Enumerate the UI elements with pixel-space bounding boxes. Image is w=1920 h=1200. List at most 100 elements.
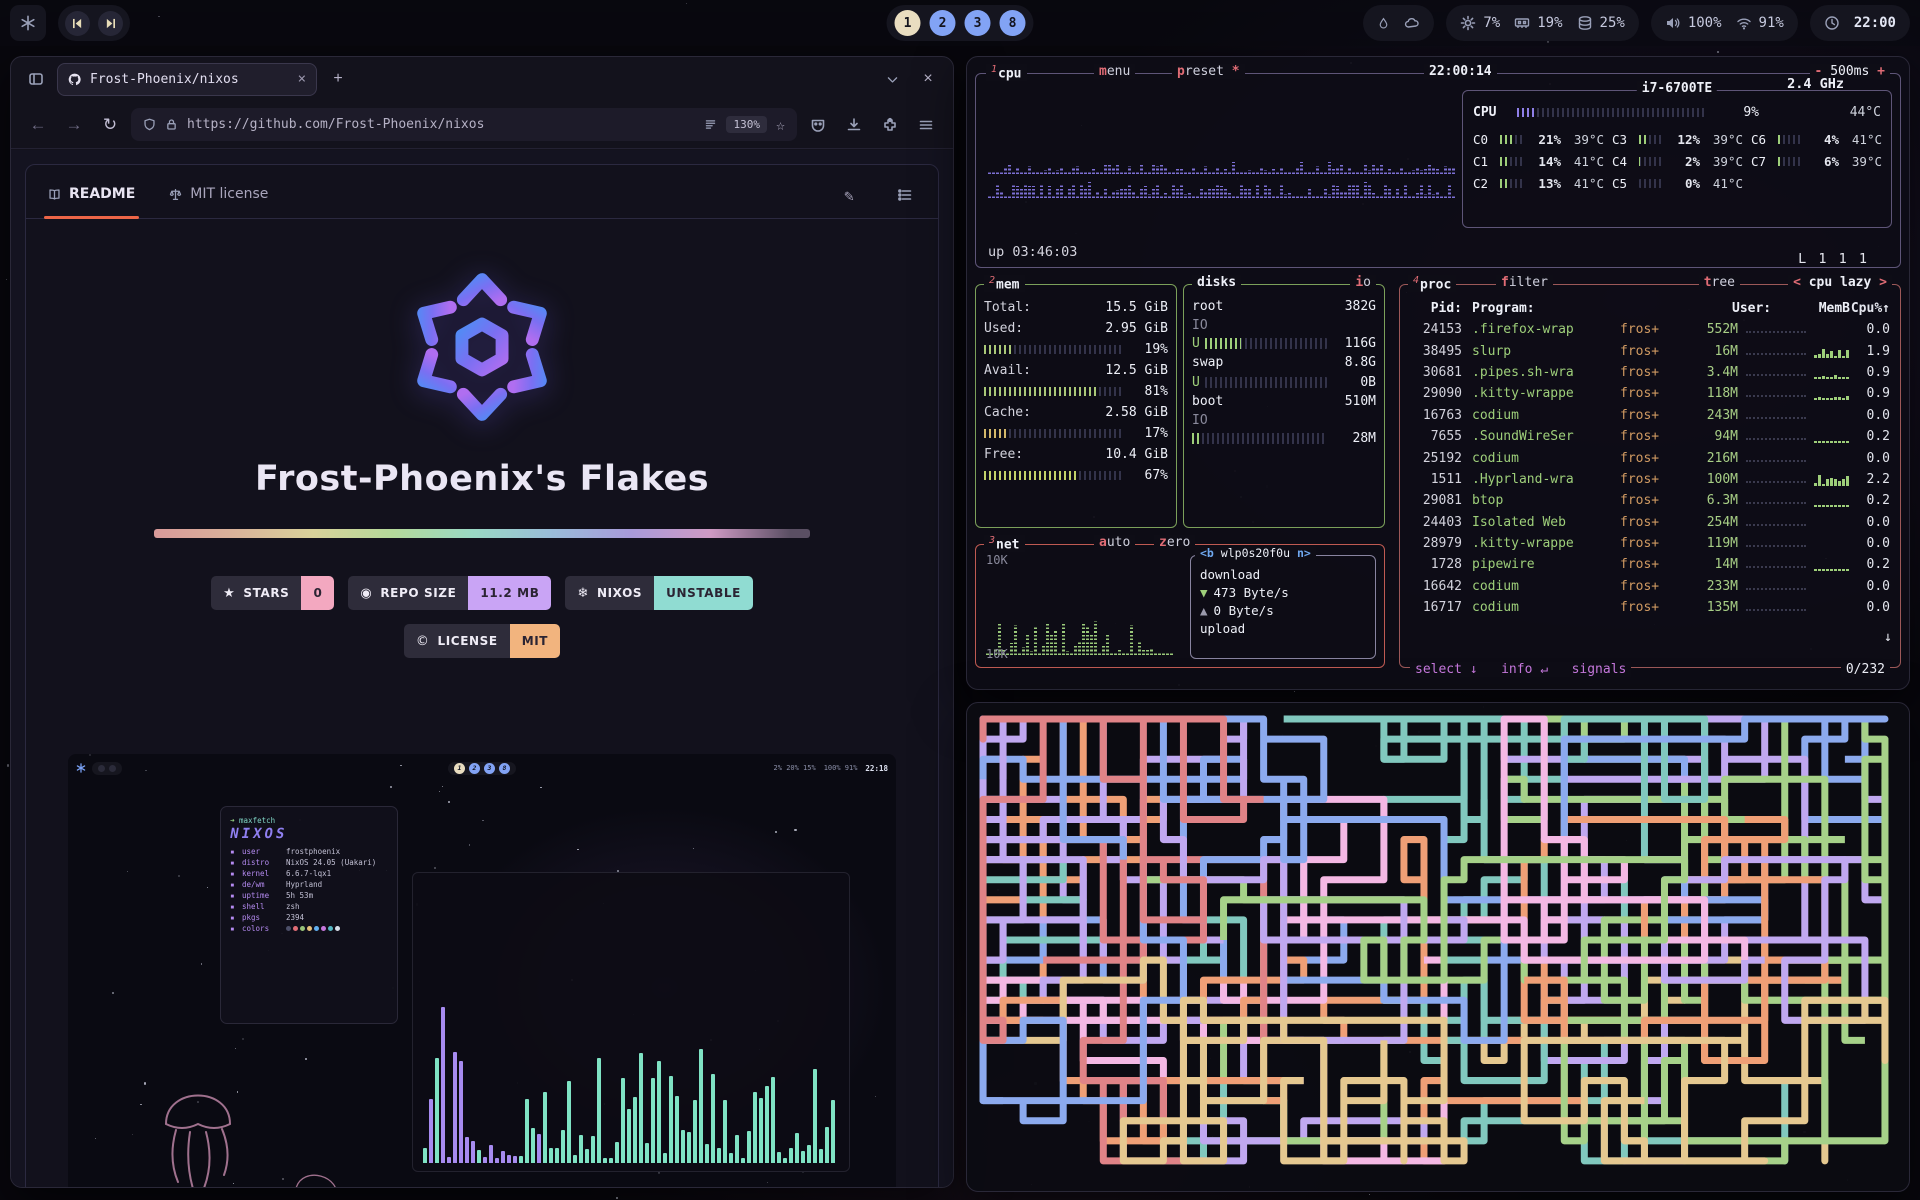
- proc-sort-selector[interactable]: < cpu lazy >: [1788, 275, 1892, 290]
- process-name: codium: [1462, 408, 1620, 423]
- fetch-row-icon: ▪: [230, 846, 238, 857]
- badge-label-text: LICENSE: [438, 634, 498, 648]
- workspace-8[interactable]: 8: [1000, 10, 1026, 36]
- puzzle-icon: [882, 117, 898, 133]
- process-row[interactable]: 1511.Hyprland-wrafros+100M2.2: [1410, 469, 1890, 490]
- disks-io-toggle[interactable]: io: [1350, 275, 1376, 290]
- disk-usage-row: 28M: [1192, 429, 1376, 449]
- process-pid: 28979: [1410, 536, 1462, 551]
- readme-body: Frost-Phoenix's Flakes ★STARS0◉REPO SIZE…: [26, 219, 938, 1187]
- media-prev-button[interactable]: [65, 11, 90, 36]
- process-row[interactable]: 16763codiumfros+243M0.0: [1410, 405, 1890, 426]
- new-tab-button[interactable]: +: [323, 64, 353, 94]
- proc-rows[interactable]: 24153.firefox-wrapfros+552M0.038495slurp…: [1410, 319, 1890, 618]
- tab-license[interactable]: MIT license: [165, 186, 272, 218]
- back-button[interactable]: ←: [23, 110, 53, 140]
- dotted-leader: [1746, 519, 1806, 526]
- url-bar[interactable]: https://github.com/Frost-Phoenix/nixos 1…: [131, 108, 797, 141]
- process-row[interactable]: 16642codiumfros+233M0.0: [1410, 576, 1890, 597]
- tab-list-chevron-button[interactable]: [877, 64, 907, 94]
- nixos-menu-button[interactable]: [10, 5, 46, 41]
- process-row[interactable]: 24153.firefox-wrapfros+552M0.0: [1410, 319, 1890, 340]
- badge-icon: ©: [416, 634, 430, 649]
- core-row-c6: C64%41°C: [1751, 128, 1882, 150]
- mini-workspace-2: 2: [469, 763, 480, 774]
- process-row[interactable]: 16717codiumfros+135M0.0: [1410, 597, 1890, 618]
- downloads-button[interactable]: [839, 110, 869, 140]
- proc-box-label[interactable]: 4proc: [1408, 275, 1456, 292]
- badge-stars[interactable]: ★STARS0: [211, 576, 334, 610]
- dotted-leader: [1746, 326, 1806, 333]
- mem-percent: 67%: [1145, 465, 1168, 486]
- workspace-2[interactable]: 2: [930, 10, 956, 36]
- clock-widget[interactable]: 22:00: [1810, 5, 1910, 41]
- extension-shield-button[interactable]: [803, 110, 833, 140]
- dotted-leader: [1746, 476, 1806, 483]
- weather-widget[interactable]: [1363, 5, 1434, 41]
- net-zero-toggle[interactable]: zero: [1154, 535, 1195, 550]
- mini-stats: 2% 20% 15%: [774, 764, 816, 772]
- menu-button[interactable]: [911, 110, 941, 140]
- tab-bar: Frost-Phoenix/nixos × + ×: [11, 57, 953, 101]
- net-auto-toggle[interactable]: auto: [1094, 535, 1135, 550]
- zoom-level-badge[interactable]: 130%: [726, 116, 767, 133]
- process-row[interactable]: 29090.kitty-wrappefros+118M0.9: [1410, 383, 1890, 404]
- window-close-button[interactable]: ×: [913, 64, 943, 94]
- tab-readme[interactable]: README: [44, 186, 139, 218]
- system-stats-widget[interactable]: 7% 19% 25%: [1446, 5, 1638, 41]
- cpu-total-percent: 9%: [1715, 105, 1759, 120]
- process-row[interactable]: 7655.SoundWireSerfros+94M0.2: [1410, 426, 1890, 447]
- firefox-view-button[interactable]: [21, 64, 51, 94]
- dotted-leader: [1746, 348, 1806, 355]
- disk-io-label: IO: [1192, 412, 1376, 429]
- badge-nixos[interactable]: ❄NIXOSUNSTABLE: [565, 576, 752, 610]
- process-row[interactable]: 29081btopfros+6.3M0.2: [1410, 490, 1890, 511]
- process-mem: 552M: [1682, 322, 1738, 337]
- extensions-button[interactable]: [875, 110, 905, 140]
- mem-box-label[interactable]: 2mem: [984, 275, 1025, 292]
- menu-button[interactable]: menu: [1094, 64, 1135, 79]
- scroll-down-indicator[interactable]: ↓: [1884, 629, 1892, 645]
- preset-button[interactable]: preset *: [1172, 64, 1245, 79]
- outline-button[interactable]: [890, 180, 920, 210]
- upload-rate: ▲0 Byte/s: [1200, 602, 1366, 620]
- tab-close-button[interactable]: ×: [298, 71, 306, 87]
- disks-box-label[interactable]: disks: [1192, 275, 1241, 290]
- cpu-box-label[interactable]: 1cpu: [986, 64, 1027, 81]
- badge-repo-size[interactable]: ◉REPO SIZE11.2 MB: [348, 576, 551, 610]
- media-next-button[interactable]: [98, 11, 123, 36]
- process-row[interactable]: 30681.pipes.sh-wrafros+3.4M0.9: [1410, 362, 1890, 383]
- process-cpu-graph: [1814, 537, 1850, 550]
- edit-readme-button[interactable]: ✎: [834, 180, 864, 210]
- proc-footer-keys[interactable]: select ↓ info ↵ signals: [1410, 662, 1631, 677]
- proc-tree-button[interactable]: tree: [1699, 275, 1740, 290]
- net-interface[interactable]: <b wlp0s20f0u n>: [1195, 546, 1316, 560]
- workspace-1[interactable]: 1: [895, 10, 921, 36]
- badge-license[interactable]: ©LICENSEMIT: [404, 624, 560, 658]
- process-user: fros+: [1620, 408, 1682, 423]
- mini-clock: 22:18: [865, 764, 888, 773]
- process-row[interactable]: 28979.kitty-wrappefros+119M0.0: [1410, 533, 1890, 554]
- disk-usage-row: U116G: [1192, 334, 1376, 354]
- process-row[interactable]: 1728pipewirefros+14M0.2: [1410, 554, 1890, 575]
- workspace-3[interactable]: 3: [965, 10, 991, 36]
- process-name: codium: [1462, 451, 1620, 466]
- browser-tab[interactable]: Frost-Phoenix/nixos ×: [57, 63, 317, 96]
- process-pid: 16642: [1410, 579, 1462, 594]
- audio-network-widget[interactable]: 100% 91%: [1651, 5, 1798, 41]
- process-pid: 24153: [1410, 322, 1462, 337]
- process-row[interactable]: 25192codiumfros+216M0.0: [1410, 447, 1890, 468]
- process-cpu: 0.2: [1850, 493, 1890, 508]
- process-pid: 16717: [1410, 600, 1462, 615]
- fetch-row-label: de/wm: [242, 879, 282, 890]
- proc-filter-button[interactable]: filter: [1496, 275, 1553, 290]
- process-row[interactable]: 24403Isolated Webfros+254M0.0: [1410, 512, 1890, 533]
- core-row-c2: C213%41°C: [1473, 172, 1604, 194]
- core-percent: 0%: [1668, 176, 1700, 191]
- net-box-label[interactable]: 3net: [984, 535, 1025, 552]
- reload-button[interactable]: ↻: [95, 110, 125, 140]
- process-row[interactable]: 38495slurpfros+16M1.9: [1410, 340, 1890, 361]
- forward-button[interactable]: →: [59, 110, 89, 140]
- bookmark-star-icon[interactable]: ☆: [776, 116, 785, 134]
- process-cpu-graph: [1814, 452, 1850, 465]
